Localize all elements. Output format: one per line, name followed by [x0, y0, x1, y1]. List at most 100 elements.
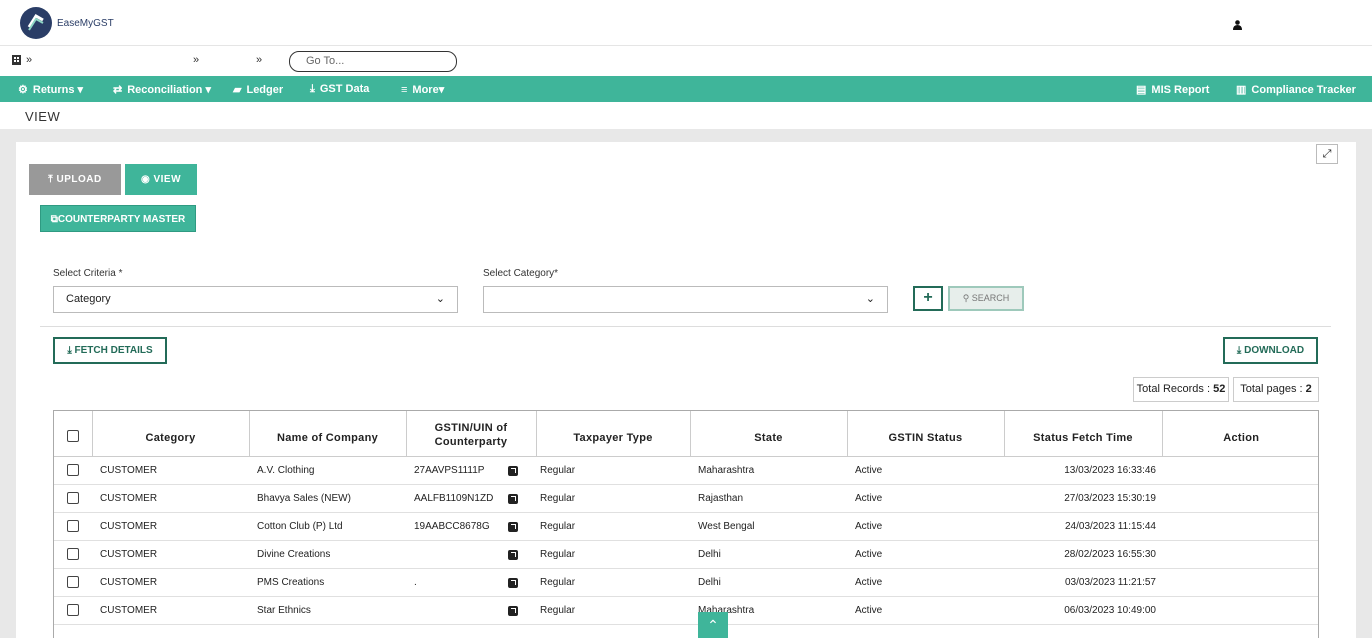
scroll-top-button[interactable]: ⌃ [698, 612, 728, 638]
external-link-icon[interactable] [508, 577, 518, 588]
goto-search-input[interactable]: Go To... [289, 51, 457, 72]
nav-compliance-tracker[interactable]: ▥ Compliance Tracker [1236, 83, 1356, 96]
col-state[interactable]: State [690, 411, 848, 457]
nav-gst-data[interactable]: ⤓ GST Data [310, 83, 369, 96]
cell-gstin-value: 19AABCC8678G [414, 520, 490, 532]
row-checkbox[interactable] [67, 548, 79, 560]
nav-ledger[interactable]: ▰ Ledger [233, 83, 283, 96]
chevron-up-icon: ⌃ [707, 617, 719, 633]
cell-taxpayer: Regular [536, 568, 690, 597]
external-link-icon[interactable] [508, 465, 518, 476]
nav-mis-report[interactable]: ▤ MIS Report [1136, 83, 1209, 96]
cell-state: West Bengal [690, 512, 847, 541]
counterparty-master-label: COUNTERPARTY MASTER [57, 214, 186, 225]
cell-action [1162, 540, 1318, 569]
cell-gstin [406, 540, 536, 569]
col-status[interactable]: GSTIN Status [847, 411, 1005, 457]
add-button[interactable]: + [913, 286, 943, 311]
top-header: EaseMyGST [0, 0, 1372, 46]
col-category[interactable]: Category [92, 411, 250, 457]
expand-icon[interactable]: ⤢ [1316, 144, 1338, 164]
nav-more[interactable]: ≡ More▾ [401, 83, 444, 96]
cell-company: Cotton Club (P) Ltd [249, 512, 406, 541]
building-icon[interactable] [12, 55, 21, 65]
cell-status: Active [847, 568, 1004, 597]
cell-state: Maharashtra [690, 456, 847, 485]
cell-gstin: . [406, 568, 536, 597]
brand-logo-icon[interactable] [20, 7, 52, 39]
external-link-icon[interactable] [508, 605, 518, 616]
cell-action [1162, 596, 1318, 625]
cell-status: Active [847, 484, 1004, 513]
cell-status: Active [847, 540, 1004, 569]
table-row: CUSTOMER Divine Creations Regular Delhi Acti… [54, 540, 1318, 569]
col-taxpayer[interactable]: Taxpayer Type [536, 411, 691, 457]
nav-ledger-label: Ledger [246, 84, 284, 96]
select-all-checkbox-cell [54, 411, 93, 457]
external-link-icon[interactable] [508, 521, 518, 532]
external-link-icon[interactable] [508, 493, 518, 504]
cell-gstin-value: AALFB1109N1ZD [414, 492, 494, 504]
cell-taxpayer: Regular [536, 540, 690, 569]
row-checkbox-cell [54, 456, 92, 485]
external-link-icon[interactable] [508, 549, 518, 560]
col-fetch-time[interactable]: Status Fetch Time [1004, 411, 1163, 457]
search-button[interactable]: ⚲ SEARCH [948, 286, 1024, 311]
download-button[interactable]: ⤓ DOWNLOAD [1223, 337, 1318, 364]
view-button[interactable]: ◉ VIEW [125, 164, 197, 195]
cell-category: CUSTOMER [92, 540, 249, 569]
total-records-badge: Total Records : 52 [1133, 377, 1229, 402]
breadcrumb-separator: » [193, 54, 200, 66]
row-checkbox-cell [54, 512, 92, 541]
row-checkbox-cell [54, 484, 92, 513]
cell-taxpayer: Regular [536, 456, 690, 485]
content-background [0, 129, 1372, 142]
col-company[interactable]: Name of Company [249, 411, 407, 457]
select-category-label: Select Category* [483, 268, 559, 279]
counterparty-table: Category Name of Company GSTIN/UIN of Cou… [53, 410, 1319, 638]
upload-button[interactable]: ⤒ UPLOAD [29, 164, 121, 195]
row-checkbox[interactable] [67, 520, 79, 532]
nav-reconciliation[interactable]: ⇄ Reconciliation ▾ [113, 83, 211, 96]
total-pages-value: 2 [1305, 383, 1312, 395]
user-icon[interactable] [1233, 20, 1242, 30]
cell-fetch-time: 27/03/2023 15:30:19 [1004, 484, 1162, 513]
row-checkbox[interactable] [67, 576, 79, 588]
cell-fetch-time: 24/03/2023 11:15:44 [1004, 512, 1162, 541]
row-checkbox[interactable] [67, 464, 79, 476]
page-title: VIEW [25, 109, 61, 124]
cogs-icon: ⚙ [18, 84, 28, 96]
select-all-checkbox[interactable] [66, 430, 79, 443]
cell-category: CUSTOMER [92, 484, 249, 513]
table-header-row: Category Name of Company GSTIN/UIN of Cou… [54, 411, 1318, 457]
col-gstin-line2: Counterparty [434, 436, 508, 449]
cell-category: CUSTOMER [92, 596, 249, 625]
nav-mis-report-label: MIS Report [1151, 84, 1210, 96]
nav-returns[interactable]: ⚙ Returns ▾ [18, 83, 83, 96]
row-checkbox[interactable] [67, 492, 79, 504]
breadcrumb: » » » [0, 46, 1372, 76]
total-records-label: Total Records : [1136, 383, 1214, 395]
counterparty-master-button[interactable]: ⧉COUNTERPARTY MASTER [40, 205, 196, 232]
fetch-details-button[interactable]: ⤓ FETCH DETAILS [53, 337, 167, 364]
row-checkbox[interactable] [67, 604, 79, 616]
col-gstin[interactable]: GSTIN/UIN of Counterparty [406, 411, 537, 457]
page-title-bar: VIEW [16, 104, 1356, 129]
nav-more-label: More [412, 84, 439, 96]
breadcrumb-separator: » [256, 54, 263, 66]
cell-taxpayer: Regular [536, 596, 690, 625]
fetch-details-label: FETCH DETAILS [74, 345, 153, 356]
cell-company: Divine Creations [249, 540, 406, 569]
cell-company: PMS Creations [249, 568, 406, 597]
select-category-dropdown[interactable]: ⌄ [483, 286, 888, 313]
cell-gstin: 19AABCC8678G [406, 512, 536, 541]
cell-action [1162, 568, 1318, 597]
cell-company: A.V. Clothing [249, 456, 406, 485]
select-criteria-dropdown[interactable]: Category ⌄ [53, 286, 458, 313]
download-button-label: DOWNLOAD [1244, 345, 1305, 356]
table-row: CUSTOMER Cotton Club (P) Ltd 19AABCC8678G R… [54, 512, 1318, 541]
copy-icon: ⧉ [50, 214, 58, 225]
cell-taxpayer: Regular [536, 512, 690, 541]
row-checkbox-cell [54, 568, 92, 597]
menu-bars-icon: ≡ [401, 84, 408, 96]
